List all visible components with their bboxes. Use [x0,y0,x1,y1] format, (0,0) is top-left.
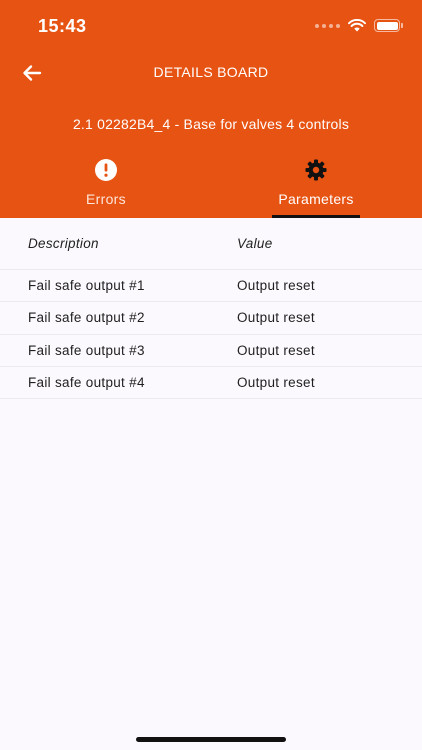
status-bar: 15:43 [0,0,422,52]
tab-errors[interactable]: Errors [36,156,176,218]
parameter-value: Output reset [237,278,315,293]
parameter-value: Output reset [237,374,315,390]
battery-level [376,21,398,30]
parameter-description: Fail safe output #4 [28,374,145,390]
parameter-description: Fail safe output #2 [28,310,145,326]
status-time: 15:43 [38,16,87,36]
page-title: DETAILS BOARD [153,64,269,80]
column-header-value: Value [237,236,273,251]
tab-errors-label: Errors [86,191,126,207]
column-header-description: Description [28,236,99,251]
app-header: 15:43 DETAILS BOARD 2.1 02282B4_4 - Base… [0,0,422,218]
status-icons [315,19,403,32]
tab-parameters-label: Parameters [278,191,354,207]
alert-circle-icon [95,159,117,181]
table-row: Fail safe output #2 Output reset [0,302,422,335]
parameter-description: Fail safe output #1 [28,278,145,293]
parameter-value: Output reset [237,342,315,358]
battery-icon [374,19,403,32]
wifi-icon [348,19,366,32]
table-row: Fail safe output #3 Output reset [0,335,422,367]
table-row: Fail safe output #1 Output reset [0,270,422,303]
cellular-signal-icon [315,23,340,28]
home-indicator [136,737,286,742]
parameter-value: Output reset [237,310,315,326]
board-subtitle: 2.1 02282B4_4 - Base for valves 4 contro… [72,116,350,132]
parameters-table: Description Value Fail safe output #1 Ou… [0,218,422,400]
table-row: Fail safe output #4 Output reset [0,367,422,400]
tab-parameters[interactable]: Parameters [246,156,386,218]
table-header: Description Value [0,218,422,270]
gear-icon [305,159,327,181]
parameter-description: Fail safe output #3 [28,342,145,358]
